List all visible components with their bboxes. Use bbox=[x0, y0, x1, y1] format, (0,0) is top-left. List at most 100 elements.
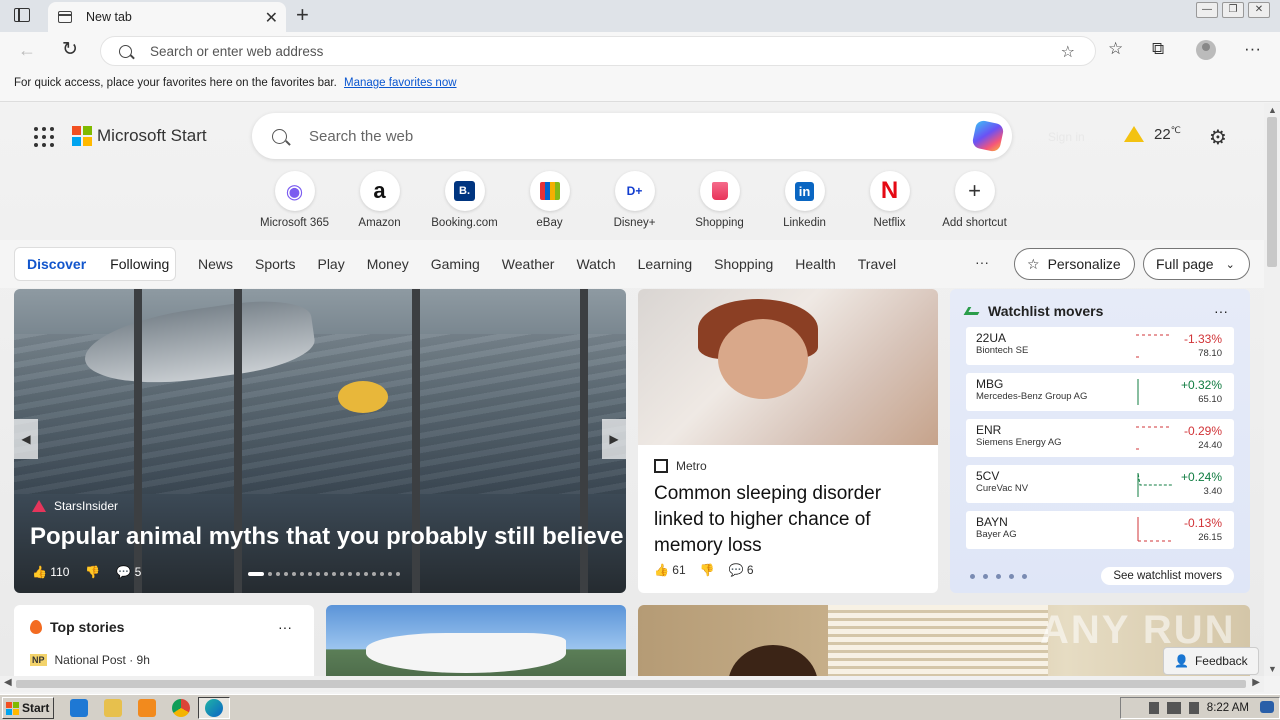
stock-change: -0.13% bbox=[1183, 516, 1222, 530]
copilot-icon[interactable] bbox=[971, 119, 1005, 153]
stock-row[interactable]: 5CV CureVac NV +0.24% 3.40 bbox=[966, 465, 1234, 503]
favorites-icon[interactable]: ☆ bbox=[1108, 39, 1123, 59]
article-source: StarsInsider bbox=[32, 499, 118, 513]
close-window-button[interactable]: ✕ bbox=[1248, 2, 1270, 18]
story-source[interactable]: NP National Post · 9h bbox=[30, 653, 298, 667]
article-title[interactable]: Popular animal myths that you probably s… bbox=[30, 523, 623, 551]
feedback-button[interactable]: 👤 Feedback bbox=[1163, 647, 1259, 675]
category-play[interactable]: Play bbox=[317, 256, 344, 272]
category-health[interactable]: Health bbox=[795, 256, 835, 272]
start-button[interactable]: Start bbox=[2, 697, 54, 719]
new-tab-button[interactable]: + bbox=[296, 2, 309, 28]
stock-row[interactable]: 22UA Biontech SE -1.33% 78.10 bbox=[966, 327, 1234, 365]
stock-row[interactable]: MBG Mercedes-Benz Group AG +0.32% 65.10 bbox=[966, 373, 1234, 411]
app-launcher-icon[interactable] bbox=[34, 127, 54, 147]
personalize-button[interactable]: ☆ Personalize bbox=[1014, 248, 1135, 280]
dislike-button[interactable]: 👎 bbox=[85, 565, 100, 579]
add-shortcut[interactable]: + Add shortcut bbox=[932, 171, 1017, 229]
minimize-button[interactable]: — bbox=[1196, 2, 1218, 18]
manage-favorites-link[interactable]: Manage favorites now bbox=[344, 77, 457, 89]
image-detail bbox=[718, 319, 808, 399]
shortcut-ebay[interactable]: eBay bbox=[507, 171, 592, 229]
more-categories-button[interactable]: ··· bbox=[975, 254, 989, 270]
more-options-button[interactable]: ··· bbox=[278, 619, 292, 635]
internet-explorer-icon[interactable] bbox=[70, 699, 88, 717]
collections-icon[interactable]: ⧉ bbox=[1152, 39, 1164, 59]
category-watch[interactable]: Watch bbox=[576, 256, 615, 272]
browser-titlebar: New tab ✕ + — ❐ ✕ bbox=[0, 0, 1280, 32]
reload-button[interactable]: ↻ bbox=[62, 38, 78, 61]
shortcut-linkedin[interactable]: in Linkedin bbox=[762, 171, 847, 229]
weather-widget[interactable]: 22℃ bbox=[1124, 125, 1181, 143]
file-explorer-icon[interactable] bbox=[104, 699, 122, 717]
shortcut-disney-plus[interactable]: D+ Disney+ bbox=[592, 171, 677, 229]
close-tab-icon[interactable]: ✕ bbox=[265, 8, 278, 28]
category-shopping[interactable]: Shopping bbox=[714, 256, 773, 272]
scroll-thumb[interactable] bbox=[1267, 117, 1277, 267]
address-bar[interactable]: Search or enter web address ☆ bbox=[100, 36, 1096, 66]
article-image bbox=[828, 605, 1048, 676]
chrome-icon[interactable] bbox=[172, 699, 190, 717]
shortcut-amazon[interactable]: a Amazon bbox=[337, 171, 422, 229]
scroll-down-icon[interactable]: ▼ bbox=[1268, 664, 1277, 674]
full-page-dropdown[interactable]: Full page ⌄ bbox=[1143, 248, 1250, 280]
restore-button[interactable]: ❐ bbox=[1222, 2, 1244, 18]
see-watchlist-movers-button[interactable]: See watchlist movers bbox=[1101, 567, 1234, 585]
article-card-boat[interactable] bbox=[326, 605, 626, 676]
back-button[interactable]: ← bbox=[18, 40, 36, 61]
stock-row[interactable]: BAYN Bayer AG -0.13% 26.15 bbox=[966, 511, 1234, 549]
brand-name[interactable]: Microsoft Start bbox=[97, 126, 207, 146]
dislike-button[interactable]: 👎 bbox=[700, 563, 715, 577]
category-gaming[interactable]: Gaming bbox=[431, 256, 480, 272]
stock-row[interactable]: ENR Siemens Energy AG -0.29% 24.40 bbox=[966, 419, 1234, 457]
comments-button[interactable]: 💬 6 bbox=[729, 563, 754, 577]
category-news[interactable]: News bbox=[198, 256, 233, 272]
carousel-prev-button[interactable]: ◀ bbox=[14, 419, 38, 459]
scroll-thumb[interactable] bbox=[16, 680, 1246, 688]
hero-article-card[interactable]: ◀ ▶ StarsInsider Popular animal myths th… bbox=[14, 289, 626, 593]
stock-name: Mercedes-Benz Group AG bbox=[976, 391, 1088, 402]
article-title[interactable]: Common sleeping disorder linked to highe… bbox=[654, 481, 924, 559]
horizontal-scrollbar[interactable]: ◀ ▶ bbox=[0, 676, 1264, 692]
category-money[interactable]: Money bbox=[367, 256, 409, 272]
page-settings-gear-icon[interactable]: ⚙ bbox=[1209, 125, 1227, 150]
tab-following[interactable]: Following bbox=[110, 256, 169, 272]
category-learning[interactable]: Learning bbox=[638, 256, 693, 272]
stock-sparkline bbox=[1137, 379, 1139, 405]
edge-taskbar-button[interactable] bbox=[198, 697, 230, 719]
like-button[interactable]: 👍 110 bbox=[32, 565, 69, 579]
shortcut-label: Amazon bbox=[358, 217, 401, 229]
scroll-right-icon[interactable]: ▶ bbox=[1252, 677, 1260, 688]
shortcut-netflix[interactable]: N Netflix bbox=[847, 171, 932, 229]
settings-more-icon[interactable]: ··· bbox=[1244, 39, 1261, 59]
show-desktop-icon[interactable] bbox=[1260, 701, 1274, 713]
article-card[interactable]: Metro Common sleeping disorder linked to… bbox=[638, 289, 938, 593]
flag-icon[interactable] bbox=[1188, 702, 1199, 714]
tab-discover[interactable]: Discover bbox=[27, 256, 86, 272]
watchlist-pager[interactable] bbox=[970, 574, 1027, 579]
add-favorite-icon[interactable]: ☆ bbox=[1061, 42, 1075, 62]
volume-icon[interactable] bbox=[1148, 702, 1159, 714]
tab-actions-icon[interactable] bbox=[14, 8, 30, 22]
vertical-scrollbar[interactable]: ▲ ▼ bbox=[1264, 103, 1280, 676]
category-weather[interactable]: Weather bbox=[502, 256, 555, 272]
comments-button[interactable]: 💬 5 bbox=[116, 565, 141, 579]
scroll-up-icon[interactable]: ▲ bbox=[1268, 105, 1277, 115]
shortcut-microsoft-365[interactable]: ◉ Microsoft 365 bbox=[252, 171, 337, 229]
media-player-icon[interactable] bbox=[138, 699, 156, 717]
tab-new-tab[interactable]: New tab ✕ bbox=[48, 2, 286, 32]
shortcut-shopping[interactable]: Shopping bbox=[677, 171, 762, 229]
profile-avatar[interactable] bbox=[1196, 40, 1216, 60]
scroll-left-icon[interactable]: ◀ bbox=[4, 677, 12, 688]
shortcut-label: Shopping bbox=[695, 217, 744, 229]
carousel-next-button[interactable]: ▶ bbox=[602, 419, 626, 459]
web-search-box[interactable]: Search the web bbox=[252, 113, 1012, 159]
category-sports[interactable]: Sports bbox=[255, 256, 295, 272]
sign-in-button[interactable]: Sign in bbox=[1048, 130, 1085, 144]
network-icon[interactable] bbox=[1166, 702, 1181, 714]
category-travel[interactable]: Travel bbox=[858, 256, 896, 272]
more-options-button[interactable]: ··· bbox=[1214, 303, 1228, 319]
like-button[interactable]: 👍 61 bbox=[654, 563, 686, 577]
clock[interactable]: 8:22 AM bbox=[1207, 702, 1249, 714]
shortcut-booking[interactable]: B. Booking.com bbox=[422, 171, 507, 229]
